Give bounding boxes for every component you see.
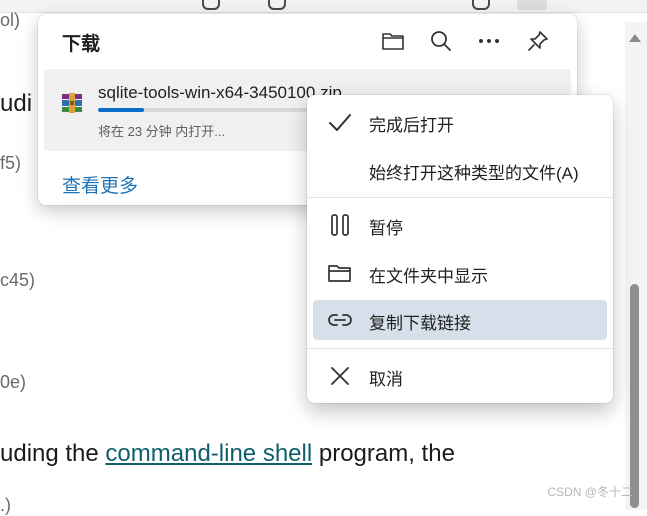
scroll-up-arrow-icon[interactable] — [629, 34, 641, 42]
toolbar-icon[interactable] — [202, 0, 220, 10]
pin-panel-button[interactable] — [523, 26, 553, 56]
menu-divider — [307, 348, 613, 349]
command-line-shell-link[interactable]: command-line shell — [105, 440, 312, 467]
link-icon — [327, 308, 353, 332]
download-progress-bar — [98, 108, 308, 112]
page-text-fragment: f5) — [0, 153, 22, 173]
see-more-link[interactable]: 查看更多 — [62, 171, 138, 198]
more-options-button[interactable] — [474, 26, 504, 56]
menu-item-label: 始终打开这种类型的文件(A) — [369, 164, 579, 183]
menu-item-label: 完成后打开 — [369, 116, 454, 135]
scrollbar-thumb[interactable] — [630, 284, 639, 508]
menu-item-open-when-done[interactable]: 完成后打开 — [313, 102, 607, 142]
menu-item-copy-download-link[interactable]: 复制下载链接 — [313, 300, 607, 340]
check-icon — [327, 110, 353, 134]
pause-icon — [327, 213, 353, 237]
watermark: CSDN @冬十二 — [547, 485, 633, 499]
downloads-title: 下载 — [62, 34, 101, 55]
toolbar-icon[interactable] — [268, 0, 286, 10]
download-file-name[interactable]: sqlite-tools-win-x64-3450100.zip — [98, 83, 342, 103]
toolbar-icon[interactable] — [472, 0, 490, 10]
menu-item-label: 复制下载链接 — [369, 314, 471, 333]
search-icon — [431, 31, 451, 51]
menu-divider — [307, 197, 613, 198]
search-downloads-button[interactable] — [426, 26, 456, 56]
more-icon — [479, 39, 499, 43]
browser-toolbar-strip — [0, 0, 647, 13]
menu-item-always-open-type[interactable]: 始终打开这种类型的文件(A) — [313, 150, 607, 190]
page-text-fragment: ol) — [0, 10, 21, 30]
page-text-fragment: udi — [0, 90, 33, 117]
menu-item-cancel[interactable]: 取消 — [313, 356, 607, 396]
pin-icon — [528, 31, 548, 51]
close-icon — [327, 364, 353, 388]
menu-item-label: 取消 — [369, 370, 403, 389]
download-context-menu: 完成后打开 始终打开这种类型的文件(A) 暂停 在文件夹中显示 复制下载链接 取… — [307, 95, 613, 403]
archive-icon — [62, 93, 82, 113]
download-status: 将在 23 分钟 内打开... — [98, 124, 226, 139]
page-text-fragment: .) — [0, 495, 11, 515]
menu-item-show-in-folder[interactable]: 在文件夹中显示 — [313, 253, 607, 293]
folder-icon — [327, 261, 353, 285]
open-downloads-folder-button[interactable] — [378, 26, 408, 56]
page-text-fragment: c45) — [0, 270, 36, 290]
folder-icon — [382, 33, 404, 50]
page-sentence: uding the command-line shell program, th… — [0, 440, 455, 468]
menu-item-label: 暂停 — [369, 219, 403, 238]
menu-item-pause[interactable]: 暂停 — [313, 205, 607, 245]
download-progress-fill — [98, 108, 145, 112]
menu-item-label: 在文件夹中显示 — [369, 267, 488, 286]
sentence-prefix: uding the — [0, 440, 106, 467]
downloads-toolbar-button[interactable] — [517, 0, 547, 10]
sentence-suffix: program, the — [312, 440, 455, 467]
page-text-fragment: 0e) — [0, 372, 27, 392]
